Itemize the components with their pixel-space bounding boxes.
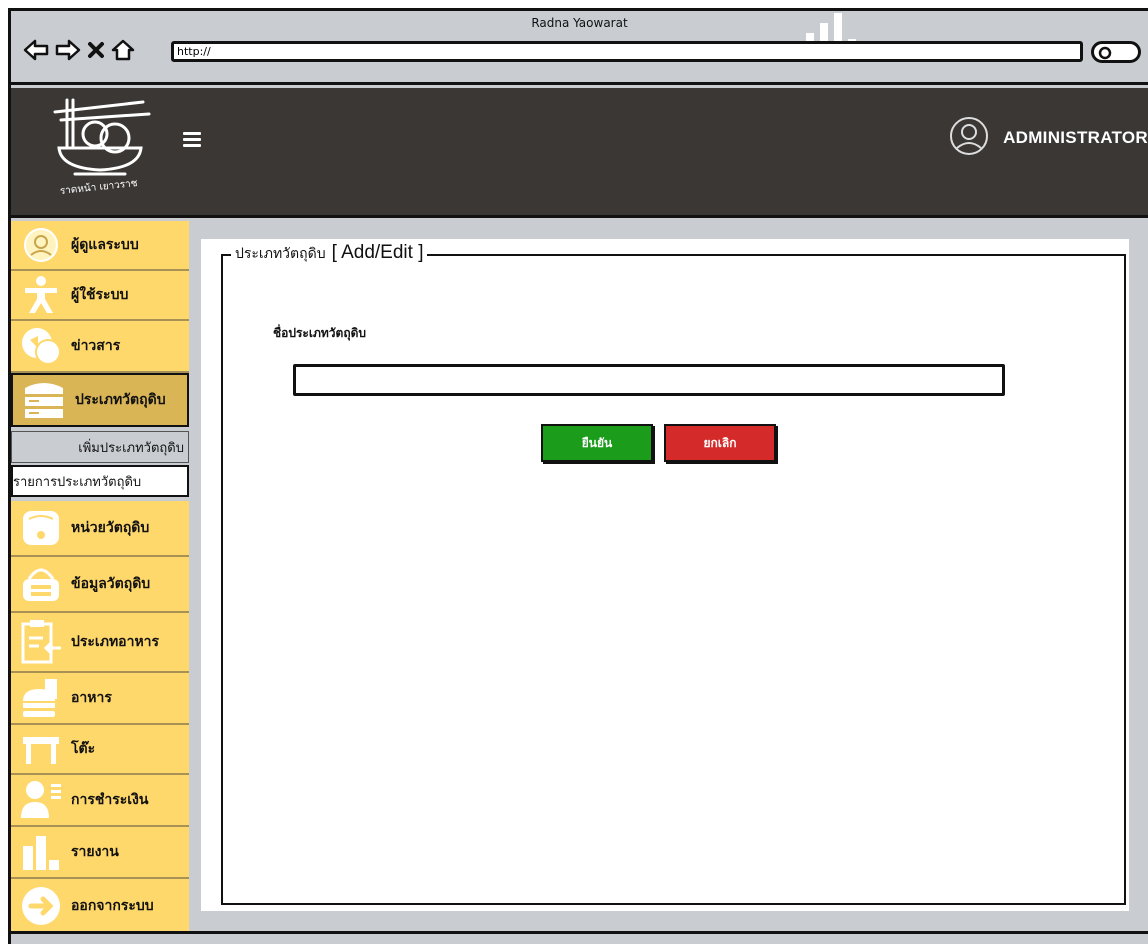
sidebar-item-label: ผู้ใช้ระบบ: [71, 287, 129, 303]
sidebar-item-label: ข่าวสาร: [71, 338, 121, 354]
sidebar-item-logout[interactable]: ออกจากระบบ: [11, 879, 189, 935]
sidebar-item-ingredient-type[interactable]: ประเภทวัตถุดิบ: [11, 373, 189, 427]
sidebar-item-label: ออกจากระบบ: [71, 898, 154, 914]
app-header: ราดหน้า เยาวราช ADMINISTRATOR: [11, 88, 1148, 218]
form-panel: ประเภทวัตถุดิบ [ Add/Edit ] ชื่อประเภทวั…: [221, 242, 1126, 905]
sidebar-item-label: ผู้ดูแลระบบ: [71, 237, 139, 253]
url-bar[interactable]: http://: [171, 41, 1083, 62]
form-mode: [ Add/Edit ]: [331, 242, 424, 263]
sidebar-item-label: โต๊ะ: [71, 741, 96, 757]
browser-status-bar: [11, 931, 1148, 944]
person-list-icon: [11, 778, 71, 822]
form-legend: ประเภทวัตถุดิบ [ Add/Edit ]: [231, 242, 428, 265]
server-icon: [13, 380, 75, 420]
sidebar-item-label: หน่วยวัตถุดิบ: [71, 520, 150, 536]
chart-icon: [11, 832, 71, 872]
submenu-list-ingredient-type[interactable]: รายการประเภทวัตถุดิบ: [11, 465, 189, 497]
scale-icon: [11, 507, 71, 549]
logout-icon: [11, 884, 71, 928]
sidebar-item-ingredient-data[interactable]: ข้อมูลวัตถุดิบ: [11, 557, 189, 613]
hamburger-menu-icon[interactable]: [183, 132, 201, 147]
chat-icon: [11, 326, 71, 366]
sidebar-item-ingredient-unit[interactable]: หน่วยวัตถุดิบ: [11, 501, 189, 557]
admin-icon: [11, 227, 71, 263]
submenu-add-ingredient-type[interactable]: เพิ่มประเภทวัตถุดิบ: [11, 431, 189, 463]
sidebar-item-payment[interactable]: การชำระเงิน: [11, 775, 189, 827]
sidebar-item-news[interactable]: ข่าวสาร: [11, 321, 189, 373]
nav-controls: [23, 37, 135, 63]
home-icon[interactable]: [111, 39, 135, 61]
noodle-logo[interactable]: ราดหน้า เยาวราช: [45, 96, 155, 197]
browser-chrome: Radna Yaowarat http://: [11, 11, 1148, 85]
back-arrow-icon[interactable]: [23, 39, 49, 61]
confirm-button[interactable]: ยืนยัน: [541, 424, 653, 462]
admin-label: ADMINISTRATOR: [1003, 128, 1148, 147]
logo-text: ราดหน้า เยาวราช: [59, 177, 138, 196]
browser-window: Radna Yaowarat http:// ราดหน้า เยาวราช A…: [8, 8, 1148, 944]
forward-arrow-icon[interactable]: [55, 39, 81, 61]
ingredient-type-name-label: ชื่อประเภทวัตถุดิบ: [273, 326, 366, 340]
sidebar-item-label: การชำระเงิน: [71, 792, 149, 808]
sidebar-item-users[interactable]: ผู้ใช้ระบบ: [11, 271, 189, 321]
user-icon: [11, 275, 71, 315]
avatar-icon: [949, 116, 989, 160]
user-menu[interactable]: ADMINISTRATOR: [949, 116, 1148, 160]
sidebar-item-label: อาหาร: [71, 690, 112, 706]
sidebar-item-food-type[interactable]: ประเภทอาหาร: [11, 613, 189, 673]
form-title: ประเภทวัตถุดิบ: [235, 246, 326, 262]
sidebar: ผู้ดูแลระบบ ผู้ใช้ระบบ ข่าวสาร ประเภทวัต…: [11, 221, 189, 939]
close-icon[interactable]: [87, 40, 105, 60]
sidebar-item-label: ประเภทวัตถุดิบ: [75, 392, 166, 408]
sidebar-item-table[interactable]: โต๊ะ: [11, 725, 189, 775]
sidebar-item-food[interactable]: อาหาร: [11, 673, 189, 725]
clipboard-icon: [11, 618, 71, 666]
fastfood-icon: [11, 675, 71, 721]
sidebar-item-admin[interactable]: ผู้ดูแลระบบ: [11, 221, 189, 271]
sidebar-item-label: ประเภทอาหาร: [71, 634, 160, 650]
table-icon: [11, 731, 71, 767]
ingredient-type-name-input[interactable]: [293, 364, 1005, 396]
basket-icon: [11, 563, 71, 605]
sidebar-item-report[interactable]: รายงาน: [11, 827, 189, 879]
sidebar-item-label: รายงาน: [71, 844, 119, 860]
sidebar-item-label: ข้อมูลวัตถุดิบ: [71, 576, 151, 592]
main-content: ประเภทวัตถุดิบ [ Add/Edit ] ชื่อประเภทวั…: [201, 239, 1129, 911]
window-title: Radna Yaowarat: [531, 16, 628, 30]
browser-search-button[interactable]: [1091, 41, 1141, 63]
cancel-button[interactable]: ยกเลิก: [664, 424, 776, 462]
